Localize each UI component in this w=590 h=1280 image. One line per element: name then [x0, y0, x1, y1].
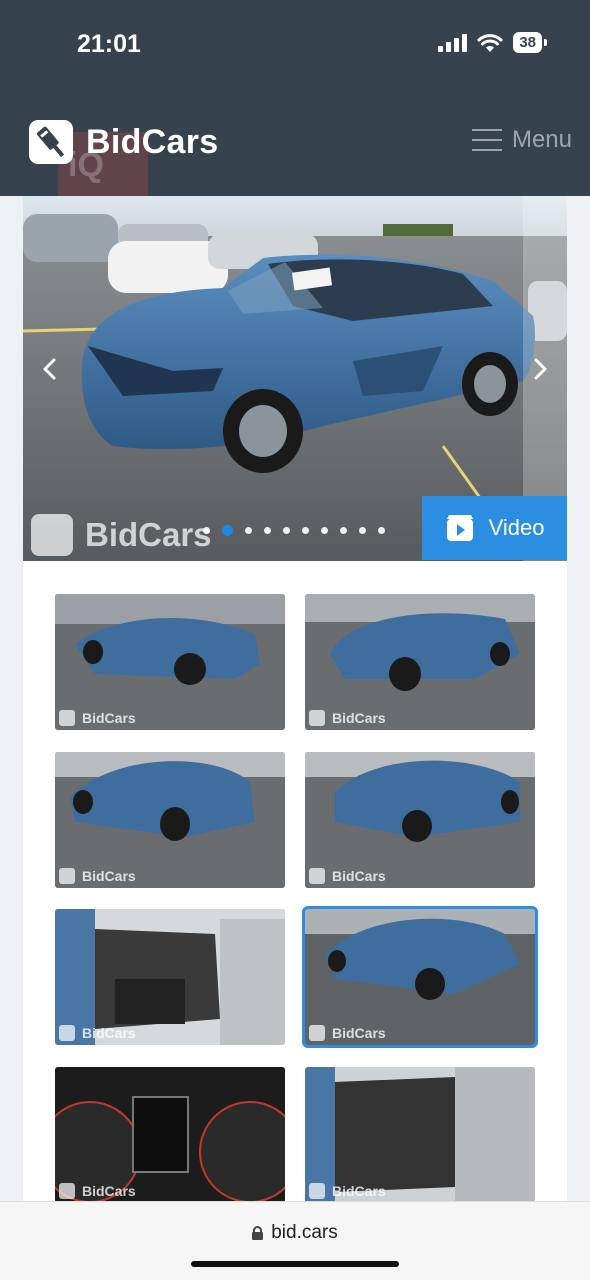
thumb-watermark: BidCars — [59, 868, 136, 884]
battery-icon: 38 — [513, 32, 547, 53]
menu-label: Menu — [511, 126, 572, 153]
thumbnail[interactable]: BidCars — [305, 1067, 535, 1203]
status-time: 21:01 — [77, 30, 141, 58]
slide-dot[interactable] — [264, 527, 271, 534]
slide-dot[interactable] — [321, 527, 328, 534]
chevron-right-icon[interactable] — [525, 354, 555, 384]
thumb-watermark: BidCars — [59, 1025, 136, 1041]
thumb-watermark: BidCars — [59, 710, 136, 726]
thumb-watermark: BidCars — [309, 868, 386, 884]
lock-icon — [252, 1226, 264, 1240]
video-play-icon — [446, 515, 473, 541]
slide-dot[interactable] — [359, 527, 366, 534]
status-bar: 21:01 38 — [0, 0, 590, 90]
video-label: Video — [488, 515, 545, 540]
slide-dot[interactable] — [245, 527, 252, 534]
main-photo[interactable]: BidCars Video — [23, 196, 567, 561]
thumb-watermark: BidCars — [309, 710, 386, 726]
status-icons: 38 — [438, 32, 547, 53]
hamburger-icon — [471, 129, 502, 151]
site-header: iQ BidCars Menu — [0, 90, 590, 198]
thumbnail[interactable]: BidCars — [55, 1067, 285, 1203]
lot-gallery: BidCars Video BidCars BidCars BidCars Bi… — [23, 196, 567, 1206]
slide-dot[interactable] — [203, 527, 210, 534]
logo-text[interactable]: BidCars — [86, 123, 218, 162]
slide-dot-active[interactable] — [222, 525, 233, 536]
video-button[interactable]: Video — [422, 496, 567, 560]
thumbnail[interactable]: BidCars — [55, 752, 285, 888]
slide-dot[interactable] — [302, 527, 309, 534]
url-text: bid.cars — [271, 1222, 338, 1243]
thumb-watermark: BidCars — [309, 1183, 386, 1199]
chevron-left-icon[interactable] — [35, 354, 65, 384]
thumb-watermark: BidCars — [309, 1025, 386, 1041]
photo-watermark: BidCars — [31, 514, 212, 556]
thumb-watermark: BidCars — [59, 1183, 136, 1199]
slide-dot[interactable] — [283, 527, 290, 534]
thumbnail[interactable]: BidCars — [55, 594, 285, 730]
cellular-signal-icon — [438, 33, 468, 52]
menu-button[interactable]: Menu — [471, 126, 572, 154]
thumbnail[interactable]: BidCars — [305, 752, 535, 888]
watermark-logo-icon — [31, 514, 73, 556]
slide-dot[interactable] — [340, 527, 347, 534]
watermark-text: BidCars — [85, 516, 212, 553]
home-indicator[interactable] — [191, 1261, 399, 1267]
slide-dot[interactable] — [378, 527, 385, 534]
thumbnail[interactable]: BidCars — [55, 909, 285, 1045]
wifi-icon — [477, 33, 503, 52]
url-display[interactable]: bid.cars — [0, 1222, 590, 1244]
thumbnail[interactable]: BidCars — [305, 594, 535, 730]
slide-indicator — [203, 525, 385, 536]
bidcars-logo-icon[interactable] — [29, 120, 73, 164]
browser-address-bar[interactable]: bid.cars — [0, 1201, 590, 1280]
thumbnail-selected[interactable]: BidCars — [302, 906, 538, 1048]
